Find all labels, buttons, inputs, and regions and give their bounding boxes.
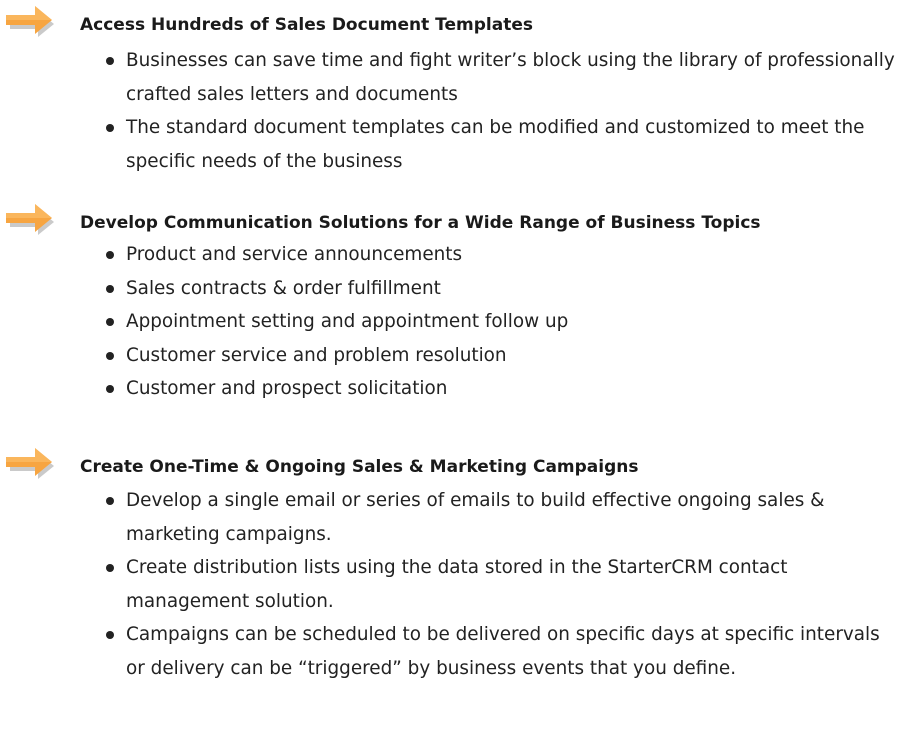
list-item: Sales contracts & order fulfillment [0,272,916,306]
bullet-icon [106,57,114,65]
document-page: Access Hundreds of Sales Document Templa… [0,0,916,736]
section-heading-row: Access Hundreds of Sales Document Templa… [0,0,916,44]
list-item: Businesses can save time and fight write… [0,44,916,111]
list-item-text: Customer service and problem resolution [126,344,507,366]
list-item-text: Create distribution lists using the data… [126,557,788,612]
section-heading: Create One-Time & Ongoing Sales & Market… [80,457,639,477]
list-item-text: Develop a single email or series of emai… [126,490,825,545]
bullet-icon [106,284,114,293]
feature-section-campaigns: Create One-Time & Ongoing Sales & Market… [0,442,916,685]
bullet-list: Businesses can save time and fight write… [0,44,916,178]
list-item: The standard document templates can be m… [0,111,916,178]
list-item-text: Customer and prospect solicitation [126,378,448,399]
list-item-text: Product and service announcements [126,244,463,265]
list-item: Customer and prospect solicitation [0,372,916,406]
bullet-list: Product and service announcements Sales … [0,238,916,406]
bullet-icon [106,497,114,505]
feature-section-communication: Develop Communication Solutions for a Wi… [0,198,916,406]
bullet-icon [106,318,114,326]
list-item-text: Campaigns can be scheduled to be deliver… [126,624,880,679]
list-item: Create distribution lists using the data… [0,551,916,618]
orange-arrow-icon [6,204,54,235]
list-item-text: Businesses can save time and fight write… [126,50,895,105]
section-heading-row: Create One-Time & Ongoing Sales & Market… [0,442,916,486]
list-item: Product and service announcements [0,238,916,272]
bullet-icon [106,564,114,572]
orange-arrow-icon [6,448,54,479]
bullet-icon [106,251,114,259]
list-item-text: The standard document templates can be m… [126,117,865,172]
list-item: Appointment setting and appointment foll… [0,305,916,339]
bullet-icon [106,385,114,393]
list-item: Customer service and problem resolution [0,339,916,373]
bullet-icon [106,124,114,132]
orange-arrow-icon [6,6,54,37]
bullet-list: Develop a single email or series of emai… [0,484,916,685]
list-item-text: Sales contracts & order fulfillment [126,277,441,299]
section-heading: Develop Communication Solutions for a Wi… [80,213,761,233]
bullet-icon [106,631,114,639]
bullet-icon [106,351,114,360]
list-item-text: Appointment setting and appointment foll… [126,311,569,332]
section-heading: Access Hundreds of Sales Document Templa… [80,15,534,35]
list-item: Develop a single email or series of emai… [0,484,916,551]
list-item: Campaigns can be scheduled to be deliver… [0,618,916,685]
section-heading-row: Develop Communication Solutions for a Wi… [0,198,916,242]
feature-section-templates: Access Hundreds of Sales Document Templa… [0,0,916,178]
